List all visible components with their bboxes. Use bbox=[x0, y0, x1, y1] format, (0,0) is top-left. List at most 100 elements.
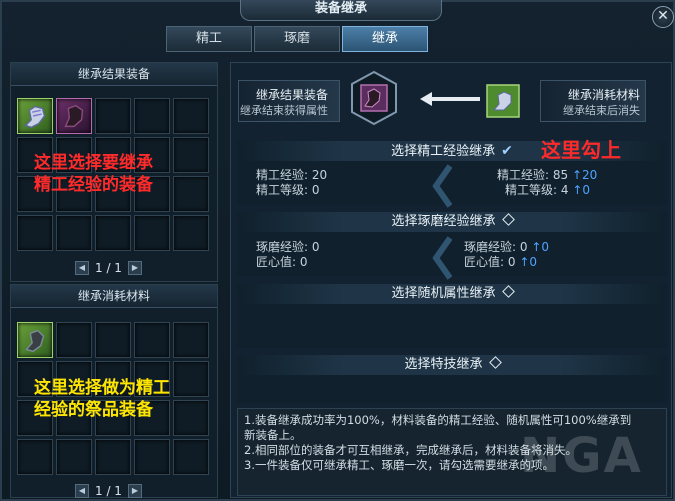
material-slot[interactable] bbox=[173, 439, 209, 475]
polish-inherit-toggle[interactable]: 选择琢磨经验继承 bbox=[237, 212, 667, 232]
material-pager: ◀ 1 / 1 ▶ bbox=[75, 483, 142, 499]
section-title: 选择精工经验继承 bbox=[391, 144, 496, 159]
stat-increase: ↑0 bbox=[531, 240, 550, 254]
material-slot[interactable] bbox=[95, 322, 131, 358]
stat-row: 琢磨经验: 0 bbox=[256, 240, 320, 255]
skill-inherit-section: 选择特技继承 bbox=[237, 355, 667, 403]
annotation-material-select: 这里选择做为精工 经验的祭品装备 bbox=[34, 377, 170, 421]
stat-label: 精工等级: bbox=[256, 183, 309, 197]
material-item-slot[interactable] bbox=[486, 84, 520, 118]
material-slot[interactable] bbox=[134, 322, 170, 358]
stat-value: 0 bbox=[311, 183, 320, 197]
stat-label: 精工经验: bbox=[497, 168, 550, 182]
stat-value: 0 bbox=[299, 255, 308, 269]
result-subtitle: 继承结束获得属性 bbox=[240, 104, 328, 117]
next-page-button[interactable]: ▶ bbox=[127, 261, 142, 275]
material-slot[interactable] bbox=[95, 439, 131, 475]
random-attr-inherit-toggle[interactable]: 选择随机属性继承 bbox=[237, 284, 667, 304]
equipment-slot[interactable] bbox=[17, 215, 53, 251]
stat-label: 精工等级: bbox=[505, 183, 558, 197]
equipment-slot[interactable] bbox=[134, 215, 170, 251]
chevron-left-icon bbox=[432, 236, 453, 280]
random-attr-inherit-section: 选择随机属性继承 bbox=[237, 284, 667, 348]
result-title: 继承结果装备 bbox=[255, 88, 328, 102]
result-item-slot[interactable] bbox=[346, 70, 402, 126]
note-line: 1.装备继承成功率为100%，材料装备的精工经验、随机属性可100%继承到 bbox=[244, 413, 632, 427]
stat-row: 匠心值: 0 ↑0 bbox=[464, 255, 549, 270]
refine-left-stats: 精工经验: 20 精工等级: 0 bbox=[256, 168, 327, 198]
material-slot-gauntlet[interactable] bbox=[17, 322, 53, 358]
section-title: 选择随机属性继承 bbox=[391, 286, 496, 301]
stat-value: 20 bbox=[311, 168, 328, 182]
material-slot[interactable] bbox=[173, 322, 209, 358]
equipment-slot-dark-gauntlet[interactable] bbox=[56, 98, 92, 134]
equipment-slot[interactable] bbox=[134, 98, 170, 134]
material-slot[interactable] bbox=[17, 439, 53, 475]
unchecked-diamond-icon bbox=[501, 285, 515, 298]
stat-row: 精工等级: 4 ↑0 bbox=[497, 183, 597, 198]
stat-label: 琢磨经验: bbox=[256, 240, 309, 254]
stat-row: 精工经验: 20 bbox=[256, 168, 327, 183]
equipment-slot[interactable] bbox=[173, 215, 209, 251]
window-title: 装备继承 bbox=[240, 0, 442, 21]
annotation-line: 经验的祭品装备 bbox=[34, 400, 153, 420]
polish-left-stats: 琢磨经验: 0 匠心值: 0 bbox=[256, 240, 320, 270]
equipment-slot[interactable] bbox=[173, 98, 209, 134]
stat-label: 匠心值: bbox=[464, 255, 505, 269]
material-slot[interactable] bbox=[56, 322, 92, 358]
stat-value: 0 bbox=[311, 240, 320, 254]
page-indicator: 1 / 1 bbox=[95, 484, 122, 498]
material-subtitle: 继承结束后消失 bbox=[563, 104, 640, 117]
annotation-result-select: 这里选择要继承 精工经验的装备 bbox=[34, 152, 153, 196]
gauntlet-icon bbox=[24, 105, 46, 129]
result-equipment-label: 继承结果装备 继承结束获得属性 bbox=[240, 87, 328, 119]
material-slot[interactable] bbox=[56, 439, 92, 475]
material-consumed-label: 继承消耗材料 继承结束后消失 bbox=[550, 87, 640, 119]
stat-value: 0 bbox=[519, 240, 528, 254]
tab-inherit[interactable]: 继承 bbox=[342, 26, 428, 52]
stat-value: 4 bbox=[560, 183, 569, 197]
stat-value: 0 bbox=[507, 255, 516, 269]
nga-watermark: NGA bbox=[520, 428, 643, 484]
stat-row: 匠心值: 0 bbox=[256, 255, 320, 270]
next-page-button[interactable]: ▶ bbox=[127, 484, 142, 498]
stat-increase: ↑0 bbox=[519, 255, 538, 269]
prev-page-button[interactable]: ◀ bbox=[75, 261, 89, 275]
material-slot[interactable] bbox=[173, 400, 209, 436]
prev-page-button[interactable]: ◀ bbox=[75, 484, 89, 498]
dark-gauntlet-icon bbox=[64, 104, 84, 128]
tab-polish[interactable]: 琢磨 bbox=[254, 26, 340, 52]
stat-row: 精工等级: 0 bbox=[256, 183, 327, 198]
tab-bar: 精工 琢磨 继承 bbox=[166, 26, 428, 52]
result-panel-title: 继承结果装备 bbox=[11, 63, 217, 86]
equipment-slot-gauntlet[interactable] bbox=[17, 98, 53, 134]
annotation-line: 这里选择做为精工 bbox=[34, 378, 170, 398]
stat-label: 精工经验: bbox=[256, 168, 309, 182]
equipment-slot[interactable] bbox=[173, 137, 209, 173]
stat-increase: ↑0 bbox=[572, 183, 591, 197]
equipment-slot[interactable] bbox=[95, 215, 131, 251]
material-panel-title: 继承消耗材料 bbox=[11, 285, 217, 308]
equipment-slot[interactable] bbox=[95, 98, 131, 134]
stat-label: 匠心值: bbox=[256, 255, 297, 269]
equipment-slot[interactable] bbox=[173, 176, 209, 212]
result-pager: ◀ 1 / 1 ▶ bbox=[75, 260, 142, 276]
polish-right-stats: 琢磨经验: 0 ↑0 匠心值: 0 ↑0 bbox=[464, 240, 549, 270]
dark-gauntlet-icon bbox=[25, 329, 45, 353]
refine-right-stats: 精工经验: 85 ↑20 精工等级: 4 ↑0 bbox=[497, 168, 597, 198]
stat-value: 85 bbox=[552, 168, 569, 182]
annotation-line: 精工经验的装备 bbox=[34, 175, 153, 195]
section-title: 选择琢磨经验继承 bbox=[391, 214, 496, 229]
stat-label: 琢磨经验: bbox=[464, 240, 517, 254]
checked-icon: ✔ bbox=[501, 143, 513, 159]
equipment-slot[interactable] bbox=[56, 215, 92, 251]
tab-refine[interactable]: 精工 bbox=[166, 26, 252, 52]
unchecked-diamond-icon bbox=[488, 356, 502, 369]
unchecked-diamond-icon bbox=[501, 213, 515, 226]
skill-inherit-toggle[interactable]: 选择特技继承 bbox=[237, 355, 667, 375]
arrow-left-icon bbox=[420, 92, 480, 106]
section-title: 选择特技继承 bbox=[404, 357, 483, 372]
material-slot[interactable] bbox=[173, 361, 209, 397]
close-button[interactable]: ✕ bbox=[652, 6, 674, 28]
material-slot[interactable] bbox=[134, 439, 170, 475]
